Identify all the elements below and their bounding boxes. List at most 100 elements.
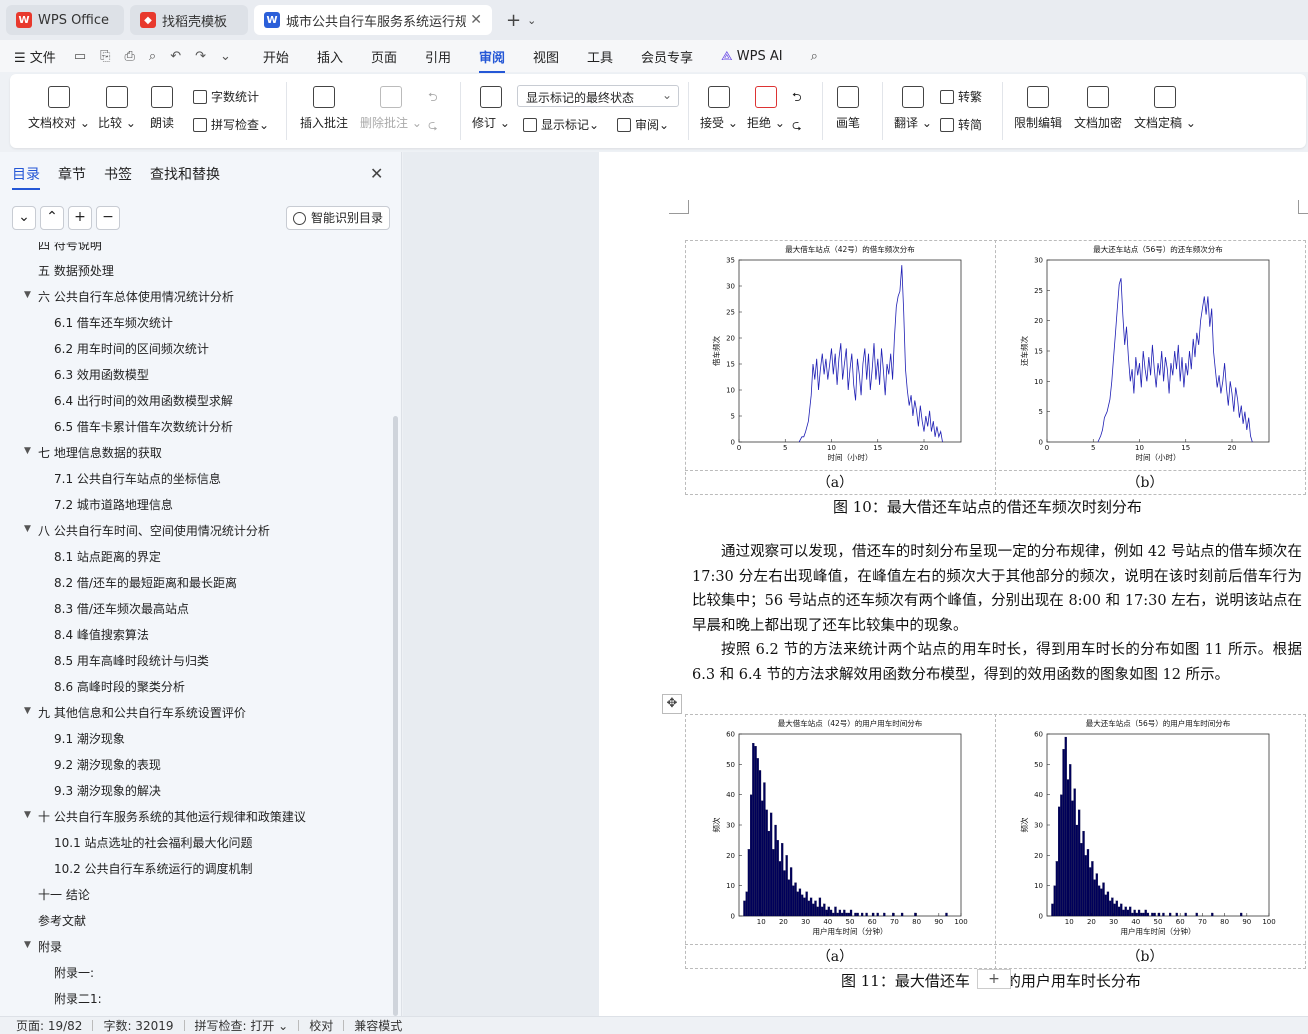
undo-icon[interactable]: ↶ xyxy=(170,49,181,64)
add-paragraph-icon[interactable]: + xyxy=(977,969,1011,989)
toc-item[interactable]: 6.2 用车时间的区间频次统计 xyxy=(54,340,209,357)
translate-button[interactable]: 翻译 ⌄ xyxy=(894,86,932,131)
spell-check-indicator[interactable]: 拼写检查: 打开 ⌄ xyxy=(195,1017,289,1034)
toc-item[interactable]: 七 地理信息数据的获取 xyxy=(38,444,162,461)
tab-chapters[interactable]: 章节 xyxy=(58,164,86,184)
next-comment-button[interactable]: ⮎ xyxy=(428,116,438,137)
track-changes-button[interactable]: 修订 ⌄ xyxy=(472,86,510,131)
doc-check-button[interactable]: 文档校对 ⌄ xyxy=(28,86,90,131)
collapse-all-button[interactable]: ⌃ xyxy=(40,206,64,230)
accept-button[interactable]: 接受 ⌄ xyxy=(700,86,738,131)
toc-item[interactable]: 十 公共自行车服务系统的其他运行规律和政策建议 xyxy=(38,808,306,825)
toc-collapse-icon[interactable]: ▼ xyxy=(24,524,31,534)
restrict-edit-button[interactable]: 限制编辑 xyxy=(1014,86,1062,131)
tab-bookmarks[interactable]: 书签 xyxy=(104,164,132,184)
toc-item[interactable]: 6.3 效用函数模型 xyxy=(54,366,149,383)
tab-toc[interactable]: 目录 xyxy=(12,164,40,190)
prev-comment-button[interactable]: ⮌ xyxy=(428,88,438,109)
menu-insert[interactable]: 插入 xyxy=(317,47,343,66)
print-icon[interactable]: ⎙ xyxy=(125,49,135,64)
add-heading-button[interactable]: + xyxy=(68,206,92,230)
export-icon[interactable]: ⎘ xyxy=(100,49,110,64)
toc-item[interactable]: 附录一: xyxy=(54,964,94,981)
toc-item[interactable]: 10.1 站点选址的社会福利最大化问题 xyxy=(54,834,253,851)
toc-item[interactable]: 十一 结论 xyxy=(38,886,90,903)
prev-change-button[interactable]: ⮌ xyxy=(792,88,802,109)
word-count-indicator[interactable]: 字数: 32019 xyxy=(103,1017,173,1034)
toc-collapse-icon[interactable]: ▼ xyxy=(24,446,31,456)
toc-item[interactable]: 五 数据预处理 xyxy=(38,262,114,279)
wps-ai-button[interactable]: ⟁ WPS AI xyxy=(721,49,783,64)
read-aloud-button[interactable]: 朗读 xyxy=(150,86,174,131)
move-handle-icon[interactable]: ✥ xyxy=(662,694,682,714)
search-icon[interactable]: ⌕ xyxy=(811,49,818,64)
toc-item[interactable]: 8.4 峰值搜索算法 xyxy=(54,626,149,643)
toc-item[interactable]: 8.6 高峰时段的聚类分析 xyxy=(54,678,185,695)
tab-document[interactable]: W 城市公共自行车服务系统运行规律 ✕ xyxy=(254,5,492,35)
toc-item[interactable]: 10.2 公共自行车系统运行的调度机制 xyxy=(54,860,253,877)
encrypt-button[interactable]: 文档加密 xyxy=(1074,86,1122,131)
menu-page[interactable]: 页面 xyxy=(371,47,397,66)
close-icon[interactable]: ✕ xyxy=(370,164,383,183)
toc-item[interactable]: 四 符号说明 xyxy=(38,242,102,253)
ink-pen-button[interactable]: 画笔 xyxy=(836,86,860,131)
tab-docer-templates[interactable]: ◆ 找稻壳模板 xyxy=(130,5,248,35)
finalize-button[interactable]: 文档定稿 ⌄ xyxy=(1134,86,1196,131)
toc-item[interactable]: 8.1 站点距离的界定 xyxy=(54,548,161,565)
tab-wps-office[interactable]: W WPS Office xyxy=(6,5,124,35)
word-count-button[interactable]: 字数统计 xyxy=(193,88,259,105)
toc-collapse-icon[interactable]: ▼ xyxy=(24,940,31,950)
toc-collapse-icon[interactable]: ▼ xyxy=(24,706,31,716)
to-traditional-button[interactable]: 转繁 xyxy=(940,88,982,105)
next-change-button[interactable]: ⮎ xyxy=(792,116,802,137)
toc-item[interactable]: 9.3 潮汐现象的解决 xyxy=(54,782,161,799)
compare-button[interactable]: 比较 ⌄ xyxy=(98,86,136,131)
proof-indicator[interactable]: 校对 xyxy=(309,1017,333,1034)
menu-tools[interactable]: 工具 xyxy=(587,47,613,66)
toc-collapse-icon[interactable]: ▼ xyxy=(24,810,31,820)
toc-item[interactable]: 8.2 借/还车的最短距离和最长距离 xyxy=(54,574,237,591)
remove-heading-button[interactable]: − xyxy=(96,206,120,230)
print-preview-icon[interactable]: ⌕ xyxy=(149,49,156,64)
close-icon[interactable]: ✕ xyxy=(470,12,482,28)
toc-item[interactable]: 7.1 公共自行车站点的坐标信息 xyxy=(54,470,221,487)
toc-item[interactable]: 7.2 城市道路地理信息 xyxy=(54,496,173,513)
chevron-down-icon[interactable]: ⌄ xyxy=(220,49,231,64)
menu-review[interactable]: 审阅 xyxy=(478,47,506,73)
nav-scrollbar[interactable] xyxy=(393,416,398,1016)
page-indicator[interactable]: 页面: 19/82 xyxy=(16,1017,82,1034)
spell-check-button[interactable]: 拼写检查 ⌄ xyxy=(193,116,269,133)
chevron-down-icon[interactable]: ⌄ xyxy=(527,14,536,27)
toc-item[interactable]: 八 公共自行车时间、空间使用情况统计分析 xyxy=(38,522,270,539)
menu-view[interactable]: 视图 xyxy=(533,47,559,66)
toc-item[interactable]: 附录 xyxy=(38,938,62,955)
toc-item[interactable]: 6.1 借车还车频次统计 xyxy=(54,314,173,331)
toc-item[interactable]: 参考文献 xyxy=(38,912,86,929)
toc-item[interactable]: 6.4 出行时间的效用函数模型求解 xyxy=(54,392,233,409)
markup-state-select[interactable]: 显示标记的最终状态 ⌄ xyxy=(517,85,679,107)
show-markup-button[interactable]: 显示标记 ⌄ xyxy=(523,116,599,133)
review-pane-button[interactable]: 审阅 ⌄ xyxy=(617,116,669,133)
save-icon[interactable]: ▭ xyxy=(74,49,86,64)
menu-home[interactable]: 开始 xyxy=(263,47,289,66)
menu-member[interactable]: 会员专享 xyxy=(641,47,693,66)
toc-item[interactable]: 8.5 用车高峰时段统计与归类 xyxy=(54,652,209,669)
smart-toc-button[interactable]: 智能识别目录 xyxy=(286,206,390,230)
toc-item[interactable]: 六 公共自行车总体使用情况统计分析 xyxy=(38,288,234,305)
toc-item[interactable]: 附录二1: xyxy=(54,990,102,1007)
insert-comment-button[interactable]: 插入批注 xyxy=(300,86,348,131)
menu-references[interactable]: 引用 xyxy=(425,47,451,66)
new-tab-icon[interactable]: + xyxy=(506,10,521,31)
toc-item[interactable]: 九 其他信息和公共自行车系统设置评价 xyxy=(38,704,246,721)
tab-find-replace[interactable]: 查找和替换 xyxy=(150,164,220,184)
reject-button[interactable]: 拒绝 ⌄ xyxy=(747,86,785,131)
delete-comment-button[interactable]: 删除批注 ⌄ xyxy=(360,86,422,131)
expand-all-button[interactable]: ⌄ xyxy=(12,206,36,230)
file-menu[interactable]: ☰ 文件 xyxy=(14,47,56,66)
toc-item[interactable]: 9.1 潮汐现象 xyxy=(54,730,125,747)
toc-collapse-icon[interactable]: ▼ xyxy=(24,290,31,300)
toc-item[interactable]: 6.5 借车卡累计借车次数统计分析 xyxy=(54,418,233,435)
redo-icon[interactable]: ↷ xyxy=(195,49,206,64)
to-simplified-button[interactable]: 转简 xyxy=(940,116,982,133)
toc-item[interactable]: 9.2 潮汐现象的表现 xyxy=(54,756,161,773)
